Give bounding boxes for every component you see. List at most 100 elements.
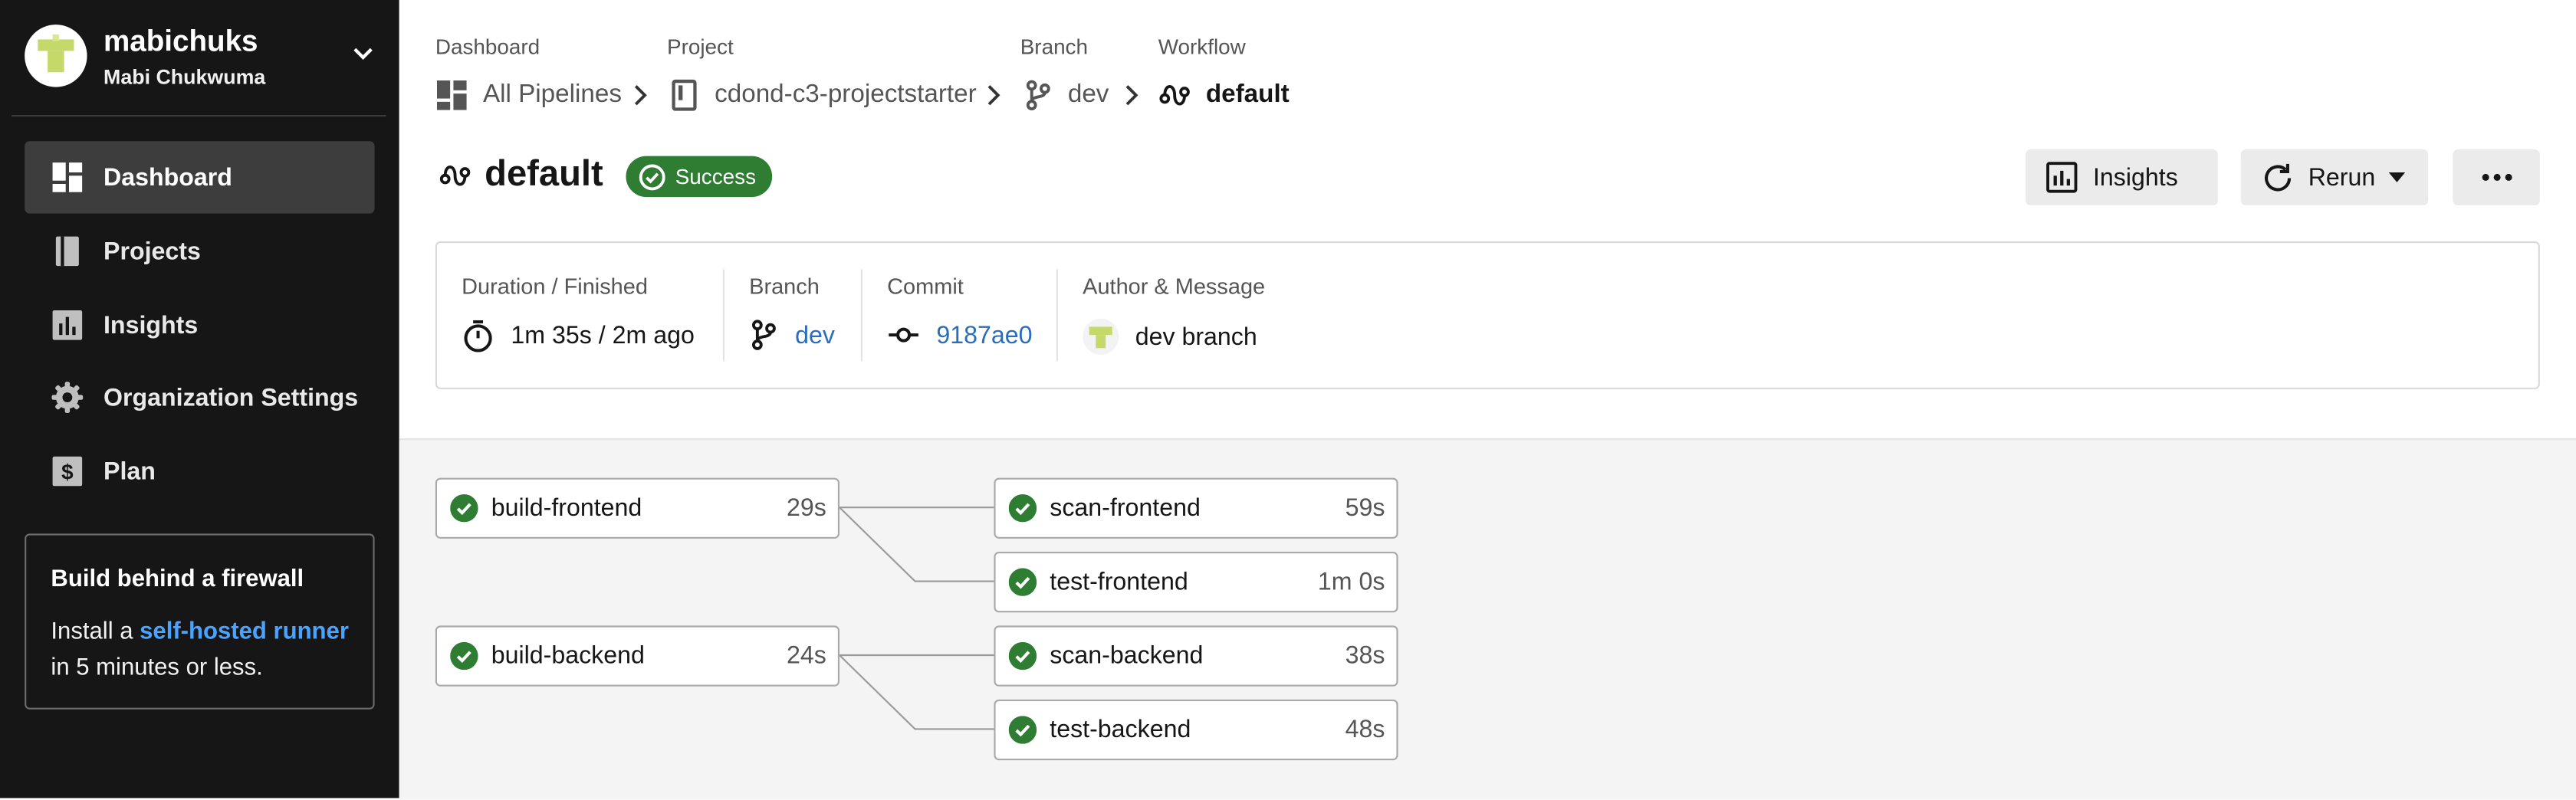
sidebar-item-projects[interactable]: Projects bbox=[25, 215, 374, 287]
workflow-icon bbox=[1159, 85, 1190, 106]
breadcrumb-workflow-label: Workflow bbox=[1158, 34, 1246, 60]
chevron-right-icon bbox=[1125, 85, 1138, 106]
job-build-frontend[interactable]: build-frontend 29s bbox=[435, 477, 840, 539]
workflow-graph: build-frontend 29s scan-frontend 59s tes… bbox=[399, 438, 2576, 800]
rerun-button[interactable]: Rerun bbox=[2240, 149, 2429, 205]
sidebar-nav: Dashboard Projects Insights Organization… bbox=[25, 141, 375, 509]
job-duration: 48s bbox=[1345, 716, 1385, 744]
breadcrumb-all-pipelines[interactable]: All Pipelines bbox=[435, 77, 622, 113]
success-icon bbox=[1008, 568, 1037, 596]
commit-icon bbox=[889, 327, 918, 343]
job-test-frontend[interactable]: test-frontend 1m 0s bbox=[994, 552, 1398, 613]
user-menu[interactable]: mabichuks Mabi Chukwuma bbox=[25, 23, 386, 92]
promo-text-after: in 5 minutes or less. bbox=[51, 655, 263, 682]
sidebar-item-label: Insights bbox=[104, 311, 199, 339]
caret-down-icon bbox=[2388, 172, 2405, 182]
rerun-icon bbox=[2265, 162, 2292, 191]
job-duration: 38s bbox=[1345, 641, 1385, 670]
summary-divider bbox=[722, 269, 724, 362]
author-avatar bbox=[1083, 318, 1119, 355]
author-value: dev branch bbox=[1083, 318, 1257, 355]
breadcrumb-workflow-text: default bbox=[1205, 80, 1290, 109]
chevron-right-icon bbox=[987, 85, 1001, 106]
status-badge-text: Success bbox=[675, 164, 757, 189]
branch-link[interactable]: dev bbox=[795, 321, 835, 349]
timer-icon bbox=[464, 320, 492, 352]
job-build-backend[interactable]: build-backend 24s bbox=[435, 625, 840, 687]
branch-icon bbox=[1026, 80, 1050, 110]
insights-button[interactable]: Insights bbox=[2026, 149, 2218, 205]
sidebar-item-insights[interactable]: Insights bbox=[25, 288, 374, 360]
sidebar-divider bbox=[12, 115, 386, 117]
breadcrumb-branch-text: dev bbox=[1067, 80, 1109, 109]
job-scan-backend[interactable]: scan-backend 38s bbox=[994, 625, 1398, 687]
sidebar-item-organization-settings[interactable]: Organization Settings bbox=[25, 362, 374, 434]
sidebar-item-label: Plan bbox=[104, 458, 156, 487]
job-duration: 1m 0s bbox=[1317, 568, 1385, 596]
job-name: test-backend bbox=[1050, 716, 1191, 744]
page-title: default bbox=[485, 152, 603, 194]
username: mabichuks bbox=[104, 25, 258, 57]
chevron-right-icon bbox=[634, 85, 647, 106]
check-circle-icon bbox=[639, 163, 665, 190]
dollar-icon: $ bbox=[52, 457, 83, 487]
duration-value: 1m 35s / 2m ago bbox=[462, 319, 695, 353]
user-full-name: Mabi Chukwuma bbox=[104, 65, 266, 89]
sidebar-item-label: Dashboard bbox=[104, 164, 232, 192]
success-icon bbox=[450, 641, 478, 670]
sidebar-item-dashboard[interactable]: Dashboard bbox=[25, 141, 375, 214]
avatar bbox=[25, 25, 87, 87]
workflow-icon bbox=[439, 166, 471, 186]
more-options-button[interactable] bbox=[2453, 149, 2540, 205]
breadcrumb-branch[interactable]: dev bbox=[1024, 77, 1109, 113]
dashboard-icon bbox=[52, 162, 83, 192]
job-name: build-backend bbox=[491, 641, 645, 670]
chevron-down-icon[interactable] bbox=[352, 46, 375, 62]
branch-label: Branch bbox=[749, 274, 820, 299]
commit-label: Commit bbox=[887, 274, 964, 299]
breadcrumb-branch-label: Branch bbox=[1020, 34, 1089, 60]
breadcrumb-workflow: default bbox=[1158, 77, 1290, 113]
job-name: build-frontend bbox=[491, 494, 642, 523]
edge-build-backend-test-backend bbox=[839, 654, 994, 730]
job-duration: 59s bbox=[1345, 494, 1385, 523]
job-duration: 24s bbox=[787, 641, 826, 670]
commit-message: dev branch bbox=[1135, 323, 1257, 351]
svg-text:$: $ bbox=[61, 461, 74, 484]
gear-icon bbox=[51, 382, 84, 414]
duration-text: 1m 35s / 2m ago bbox=[511, 322, 695, 350]
sidebar-item-label: Projects bbox=[104, 238, 201, 266]
self-hosted-runner-link[interactable]: self-hosted runner bbox=[140, 619, 349, 645]
promo-text: Install a self-hosted runner in 5 minute… bbox=[51, 614, 363, 686]
rerun-button-label: Rerun bbox=[2308, 163, 2376, 192]
job-test-backend[interactable]: test-backend 48s bbox=[994, 699, 1398, 761]
edge-build-frontend-test-frontend bbox=[839, 507, 994, 582]
status-badge: Success bbox=[626, 156, 773, 198]
breadcrumb-dashboard-label: Dashboard bbox=[435, 34, 540, 60]
sidebar-item-label: Organization Settings bbox=[104, 385, 359, 413]
success-icon bbox=[1008, 494, 1037, 523]
duration-label: Duration / Finished bbox=[462, 274, 648, 299]
commit-value: 9187ae0 bbox=[887, 319, 1033, 352]
projects-icon bbox=[55, 236, 79, 266]
insights-icon bbox=[52, 310, 83, 339]
branch-value: dev bbox=[749, 319, 835, 352]
job-scan-frontend[interactable]: scan-frontend 59s bbox=[994, 477, 1398, 539]
commit-link[interactable]: 9187ae0 bbox=[936, 321, 1032, 349]
promo-title: Build behind a firewall bbox=[51, 566, 304, 593]
dashboard-icon bbox=[437, 80, 467, 110]
success-icon bbox=[450, 494, 478, 523]
breadcrumb-all-pipelines-text: All Pipelines bbox=[483, 80, 622, 109]
insights-button-label: Insights bbox=[2093, 163, 2178, 192]
branch-icon bbox=[751, 320, 776, 350]
insights-icon bbox=[2046, 162, 2078, 193]
promo-text-before: Install a bbox=[51, 618, 140, 646]
sidebar: mabichuks Mabi Chukwuma Dashboard Projec… bbox=[0, 0, 399, 798]
breadcrumb-project-text: cdond-c3-projectstarter bbox=[715, 80, 977, 109]
sidebar-item-plan[interactable]: $ Plan bbox=[25, 435, 374, 507]
success-icon bbox=[1008, 716, 1037, 744]
job-name: scan-backend bbox=[1050, 641, 1204, 670]
breadcrumb-project[interactable]: cdond-c3-projectstarter bbox=[670, 77, 977, 113]
more-icon bbox=[2481, 173, 2512, 181]
job-duration: 29s bbox=[787, 494, 826, 523]
